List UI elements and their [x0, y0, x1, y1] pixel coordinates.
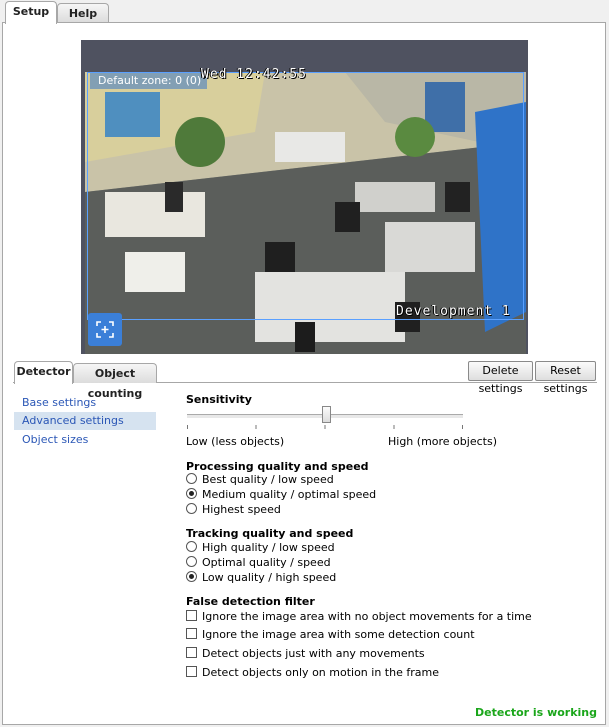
- processing-option-highest[interactable]: Highest speed: [186, 503, 281, 517]
- option-label: Ignore the image area with some detectio…: [202, 628, 475, 641]
- processing-title: Processing quality and speed: [186, 460, 369, 473]
- fit-frame-icon: [96, 321, 114, 338]
- sensitivity-title: Sensitivity: [186, 393, 252, 406]
- filter-option-ignore-detection-count[interactable]: Ignore the image area with some detectio…: [186, 628, 475, 642]
- nav-advanced-settings[interactable]: Advanced settings: [14, 412, 156, 430]
- tab-object-counting[interactable]: Object counting: [73, 363, 157, 400]
- option-label: Best quality / low speed: [202, 473, 334, 486]
- delete-settings-button[interactable]: Delete settings: [468, 361, 533, 395]
- fit-zone-button[interactable]: [88, 313, 122, 346]
- radio-button[interactable]: [186, 556, 197, 567]
- option-label: Medium quality / optimal speed: [202, 488, 377, 501]
- tracking-title: Tracking quality and speed: [186, 527, 354, 540]
- video-preview[interactable]: Default zone: 0 (0) Wed 12:42:55 Develop…: [81, 40, 528, 354]
- sensitivity-high-label: High (more objects): [388, 435, 497, 448]
- checkbox[interactable]: [186, 628, 197, 639]
- option-label: Low quality / high speed: [202, 571, 337, 584]
- option-label: Detect objects just with any movements: [202, 647, 425, 660]
- osd-time: Wed 12:42:55: [201, 67, 307, 82]
- option-label: Highest speed: [202, 503, 281, 516]
- tab-help[interactable]: Help: [57, 3, 109, 22]
- radio-button[interactable]: [186, 473, 197, 484]
- checkbox[interactable]: [186, 666, 197, 677]
- detector-status: Detector is working: [475, 706, 597, 719]
- option-label: Optimal quality / speed: [202, 556, 331, 569]
- tracking-option-optimal[interactable]: Optimal quality / speed: [186, 556, 331, 570]
- tab-detector[interactable]: Detector: [14, 361, 73, 384]
- nav-base-settings[interactable]: Base settings: [14, 394, 156, 412]
- radio-button[interactable]: [186, 503, 197, 514]
- tracking-option-low[interactable]: Low quality / high speed: [186, 571, 336, 585]
- processing-option-medium[interactable]: Medium quality / optimal speed: [186, 488, 376, 502]
- slider-ticks: [187, 425, 463, 429]
- option-label: Detect objects only on motion in the fra…: [202, 666, 439, 679]
- filter-title: False detection filter: [186, 595, 315, 608]
- sensitivity-low-label: Low (less objects): [186, 435, 285, 448]
- option-label: High quality / low speed: [202, 541, 335, 554]
- filter-option-motion-in-frame[interactable]: Detect objects only on motion in the fra…: [186, 666, 439, 680]
- tracking-option-high[interactable]: High quality / low speed: [186, 541, 335, 555]
- checkbox[interactable]: [186, 610, 197, 621]
- filter-option-ignore-no-movement[interactable]: Ignore the image area with no object mov…: [186, 610, 532, 624]
- zone-label: Default zone: 0 (0): [90, 73, 208, 89]
- filter-option-any-movements[interactable]: Detect objects just with any movements: [186, 647, 425, 661]
- radio-button[interactable]: [186, 541, 197, 552]
- processing-option-best[interactable]: Best quality / low speed: [186, 473, 334, 487]
- tab-setup[interactable]: Setup: [5, 1, 57, 24]
- osd-camera-name: Development 1: [396, 304, 511, 319]
- nav-object-sizes[interactable]: Object sizes: [14, 431, 156, 449]
- detection-zone[interactable]: [87, 72, 524, 320]
- reset-settings-button[interactable]: Reset settings: [535, 361, 596, 395]
- sensitivity-slider-thumb[interactable]: [322, 406, 331, 423]
- option-label: Ignore the image area with no object mov…: [202, 610, 532, 623]
- radio-button[interactable]: [186, 571, 197, 582]
- checkbox[interactable]: [186, 647, 197, 658]
- radio-button[interactable]: [186, 488, 197, 499]
